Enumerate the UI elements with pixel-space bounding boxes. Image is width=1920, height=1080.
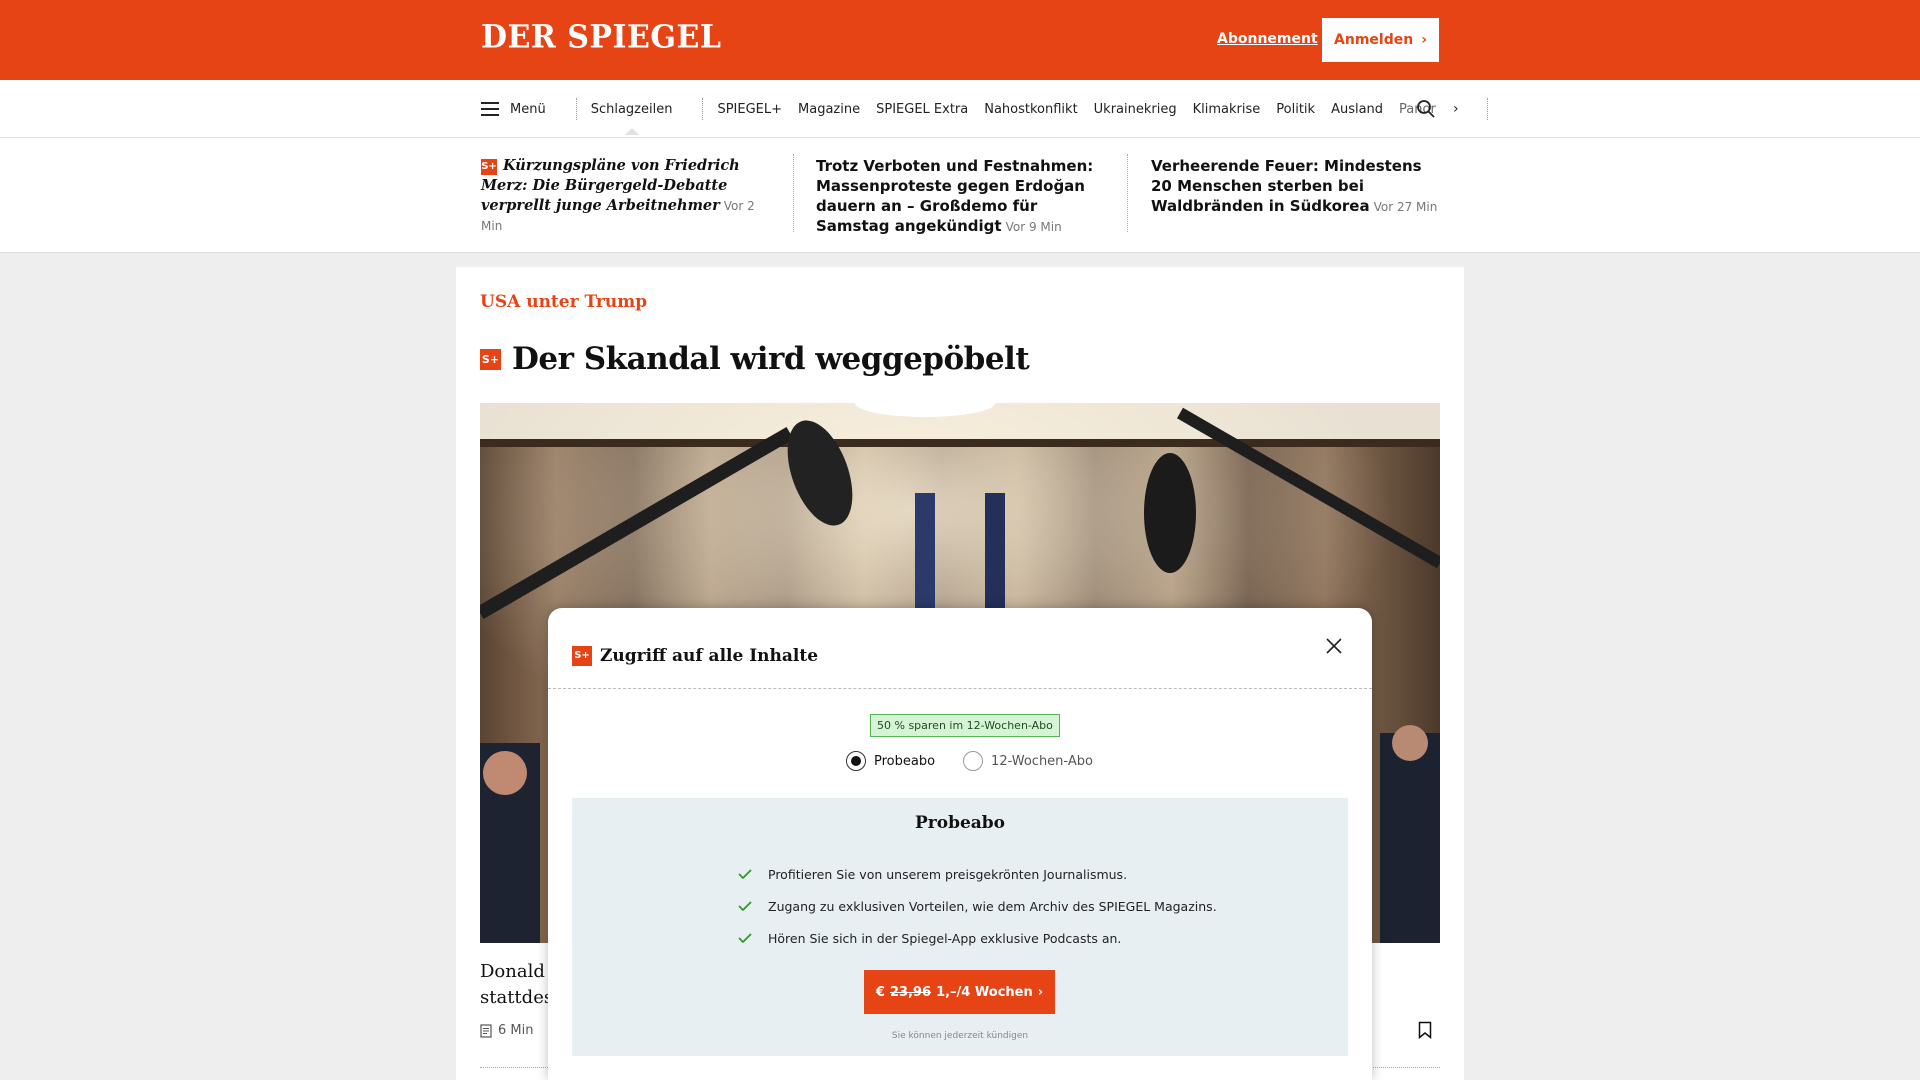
read-time: 6 Min xyxy=(480,1023,533,1038)
radio-label-probeabo[interactable]: Probeabo xyxy=(874,754,935,769)
nav-menu[interactable]: Menü xyxy=(510,102,546,117)
bookmark-icon[interactable] xyxy=(1418,1021,1432,1039)
login-button[interactable]: Anmelden › xyxy=(1322,18,1439,62)
modal-header: S+ Zugriff auf alle Inhalte xyxy=(572,646,818,666)
paywall-modal: S+ Zugriff auf alle Inhalte 50 % sparen … xyxy=(548,608,1372,1080)
teaser-divider xyxy=(1127,154,1128,232)
nav-item-ausland[interactable]: Ausland xyxy=(1331,102,1383,117)
nav-scroll-right-icon[interactable]: › xyxy=(1453,101,1459,117)
benefit-text: Zugang zu exklusiven Vorteilen, wie dem … xyxy=(768,898,1217,914)
subscribe-button[interactable]: € 23,96 1,–/4 Wochen › xyxy=(864,970,1055,1014)
teaser-time: Vor 27 Min xyxy=(1373,200,1438,214)
cta-new-price: 1,–/4 Wochen xyxy=(936,984,1033,1000)
teaser-divider xyxy=(793,154,794,232)
plan-title: Probeabo xyxy=(914,813,1006,833)
chevron-right-icon: › xyxy=(1037,984,1044,1000)
nav-divider xyxy=(702,98,704,120)
close-icon[interactable] xyxy=(1324,636,1344,656)
nav-item-nahostkonflikt[interactable]: Nahostkonflikt xyxy=(984,102,1077,117)
nav-item-spiegel-plus[interactable]: SPIEGEL+ xyxy=(717,102,782,117)
nav-divider xyxy=(575,98,577,120)
modal-title: Zugriff auf alle Inhalte xyxy=(600,646,819,666)
nav-item-ukrainekrieg[interactable]: Ukrainekrieg xyxy=(1094,102,1177,117)
radio-label-12-wochen-abo[interactable]: 12-Wochen-Abo xyxy=(991,754,1093,769)
plan-selector: Probeabo 12-Wochen-Abo xyxy=(846,751,1121,771)
chevron-right-icon: › xyxy=(1421,32,1427,48)
top-header: DER SPIEGEL Abonnement Anmelden › xyxy=(0,0,1920,80)
headline-ticker: S+ Kürzungspläne von Friedrich Merz: Die … xyxy=(0,138,1920,253)
benefit-item: Zugang zu exklusiven Vorteilen, wie dem … xyxy=(738,890,1217,922)
teaser-item[interactable]: Trotz Verboten und Festnahmen: Massenpro… xyxy=(816,156,1111,237)
check-icon xyxy=(738,933,752,943)
benefit-text: Hören Sie sich in der Spiegel-App exklus… xyxy=(768,930,1122,946)
check-icon xyxy=(738,901,752,911)
article-icon xyxy=(480,1023,492,1038)
menu-icon[interactable] xyxy=(481,102,499,116)
nav-item-schlagzeilen[interactable]: Schlagzeilen xyxy=(591,102,673,117)
teaser-item[interactable]: S+ Kürzungspläne von Friedrich Merz: Die … xyxy=(481,156,776,236)
teaser-item[interactable]: Verheerende Feuer: Mindestens 20 Mensche… xyxy=(1151,156,1446,217)
divider xyxy=(548,688,1372,689)
spiegel-plus-badge: S+ xyxy=(481,159,497,175)
teaser-title: Kürzungspläne von Friedrich Merz: Die Bü… xyxy=(481,157,740,214)
plan-details: Probeabo Profitieren Sie von unserem pre… xyxy=(572,798,1348,1056)
nav-item-magazine[interactable]: Magazine xyxy=(798,102,860,117)
benefit-list: Profitieren Sie von unserem preisgekrönt… xyxy=(738,858,1217,954)
cancel-note: Sie können jederzeit kündigen xyxy=(891,1031,1029,1041)
search-icon[interactable] xyxy=(1416,99,1436,119)
benefit-item: Profitieren Sie von unserem preisgekrönt… xyxy=(738,858,1217,890)
logo[interactable]: DER SPIEGEL xyxy=(481,19,721,56)
subscription-link[interactable]: Abonnement xyxy=(1217,31,1318,47)
nav-divider xyxy=(1486,98,1488,120)
savings-badge: 50 % sparen im 12-Wochen-Abo xyxy=(870,714,1060,737)
read-time-label: 6 Min xyxy=(498,1023,534,1038)
nav-item-spiegel-extra[interactable]: SPIEGEL Extra xyxy=(876,102,968,117)
benefit-text: Profitieren Sie von unserem preisgekrönt… xyxy=(768,866,1128,882)
navigation-bar: Menü Schlagzeilen SPIEGEL+ Magazine SPIE… xyxy=(0,80,1920,138)
article-headline: Der Skandal wird weggepöbelt xyxy=(512,341,1030,377)
spiegel-plus-badge: S+ xyxy=(572,646,592,666)
cta-old-price: 23,96 xyxy=(889,984,932,1000)
spiegel-plus-badge: S+ xyxy=(480,348,501,370)
cta-currency: € xyxy=(875,984,885,1000)
nav-item-politik[interactable]: Politik xyxy=(1276,102,1315,117)
article-headline-row: S+ Der Skandal wird weggepöbelt xyxy=(480,341,1030,377)
teaser-time: Vor 9 Min xyxy=(1005,220,1062,234)
benefit-item: Hören Sie sich in der Spiegel-App exklus… xyxy=(738,922,1217,954)
article-kicker[interactable]: USA unter Trump xyxy=(480,292,647,312)
radio-12-wochen-abo[interactable] xyxy=(963,751,984,771)
nav-item-klimakrise[interactable]: Klimakrise xyxy=(1193,102,1261,117)
check-icon xyxy=(738,869,752,879)
login-button-label: Anmelden xyxy=(1334,32,1414,48)
radio-probeabo[interactable] xyxy=(846,751,866,771)
